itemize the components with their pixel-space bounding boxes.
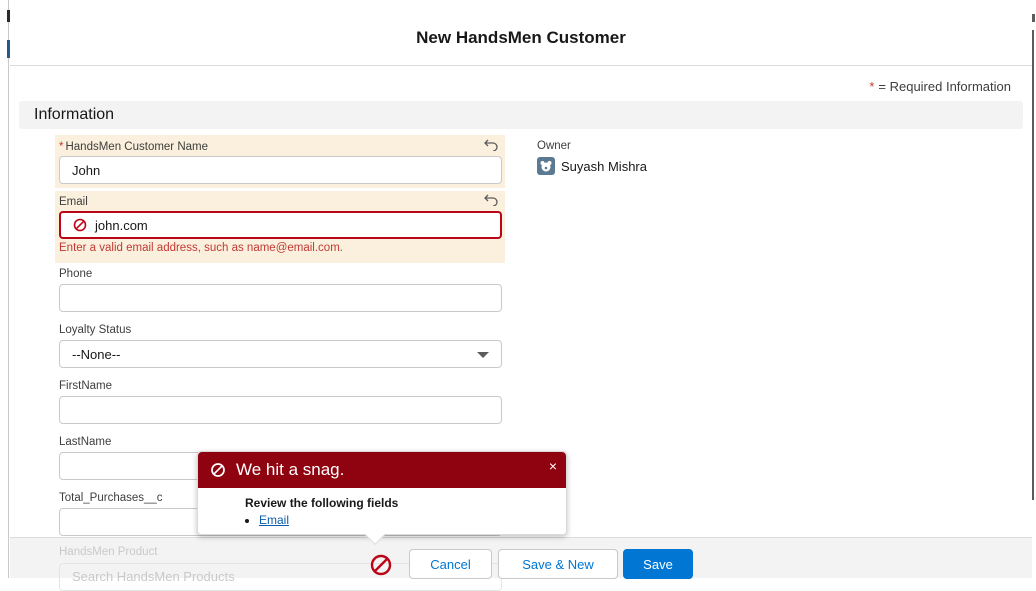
email-input[interactable]: john.com bbox=[59, 211, 502, 239]
total-purchases-field-label: Total_Purchases__c bbox=[59, 492, 163, 504]
loyalty-status-select[interactable]: --None-- bbox=[59, 340, 502, 368]
error-icon[interactable] bbox=[369, 553, 393, 577]
error-icon bbox=[73, 218, 87, 232]
error-popover-body: Review the following fields Email bbox=[198, 488, 566, 527]
cancel-button[interactable]: Cancel bbox=[409, 549, 492, 579]
lastname-field-label: LastName bbox=[59, 436, 112, 448]
loyalty-field-label: Loyalty Status bbox=[59, 324, 132, 336]
customer-name-input[interactable]: John bbox=[59, 156, 502, 184]
error-popover: We hit a snag. × Review the following fi… bbox=[197, 451, 567, 545]
required-legend: * = Required Information bbox=[869, 79, 1011, 94]
list-item: Email bbox=[259, 513, 566, 527]
name-label-text: HandsMen Customer Name bbox=[65, 141, 209, 153]
firstname-input[interactable] bbox=[59, 396, 502, 424]
firstname-field-label: FirstName bbox=[59, 380, 113, 392]
name-field-label: * HandsMen Customer Name bbox=[59, 141, 208, 153]
section-header-information[interactable]: Information bbox=[19, 101, 1023, 129]
customer-name-value: John bbox=[72, 162, 101, 178]
required-mark: * bbox=[59, 141, 64, 153]
error-field-link-email[interactable]: Email bbox=[259, 513, 289, 527]
scrollbar-arrow[interactable] bbox=[1032, 14, 1035, 22]
owner-row: Suyash Mishra bbox=[537, 157, 647, 175]
save-button[interactable]: Save bbox=[623, 549, 693, 579]
modal-title: New HandsMen Customer bbox=[416, 27, 626, 47]
close-icon[interactable]: × bbox=[549, 458, 557, 474]
email-value: john.com bbox=[95, 217, 148, 233]
scrollbar[interactable] bbox=[1032, 30, 1034, 500]
error-field-list: Email bbox=[245, 513, 566, 527]
undo-icon[interactable] bbox=[484, 194, 498, 206]
chevron-down-icon bbox=[477, 352, 489, 358]
email-error-message: Enter a valid email address, such as nam… bbox=[59, 242, 343, 254]
save-and-new-button[interactable]: Save & New bbox=[498, 549, 618, 579]
phone-input[interactable] bbox=[59, 284, 502, 312]
required-legend-text: = Required Information bbox=[878, 79, 1011, 94]
error-icon bbox=[211, 463, 225, 477]
required-star: * bbox=[869, 79, 875, 94]
email-field-label: Email bbox=[59, 196, 88, 208]
owner-label: Owner bbox=[537, 140, 571, 152]
modal-header: New HandsMen Customer bbox=[10, 0, 1032, 66]
phone-field-label: Phone bbox=[59, 268, 93, 280]
product-field-label: HandsMen Product bbox=[59, 546, 158, 558]
loyalty-status-value: --None-- bbox=[72, 346, 121, 362]
error-popover-header: We hit a snag. × bbox=[198, 452, 566, 488]
avatar-icon bbox=[537, 157, 555, 175]
owner-name-link[interactable]: Suyash Mishra bbox=[561, 159, 647, 174]
undo-icon[interactable] bbox=[484, 139, 498, 151]
error-popover-title: We hit a snag. bbox=[236, 460, 345, 479]
window-left-edge bbox=[8, 0, 9, 578]
section-title: Information bbox=[34, 106, 115, 123]
error-popover-heading: Review the following fields bbox=[245, 496, 399, 510]
modal-frame: New HandsMen Customer * = Required Inform… bbox=[0, 0, 1036, 591]
